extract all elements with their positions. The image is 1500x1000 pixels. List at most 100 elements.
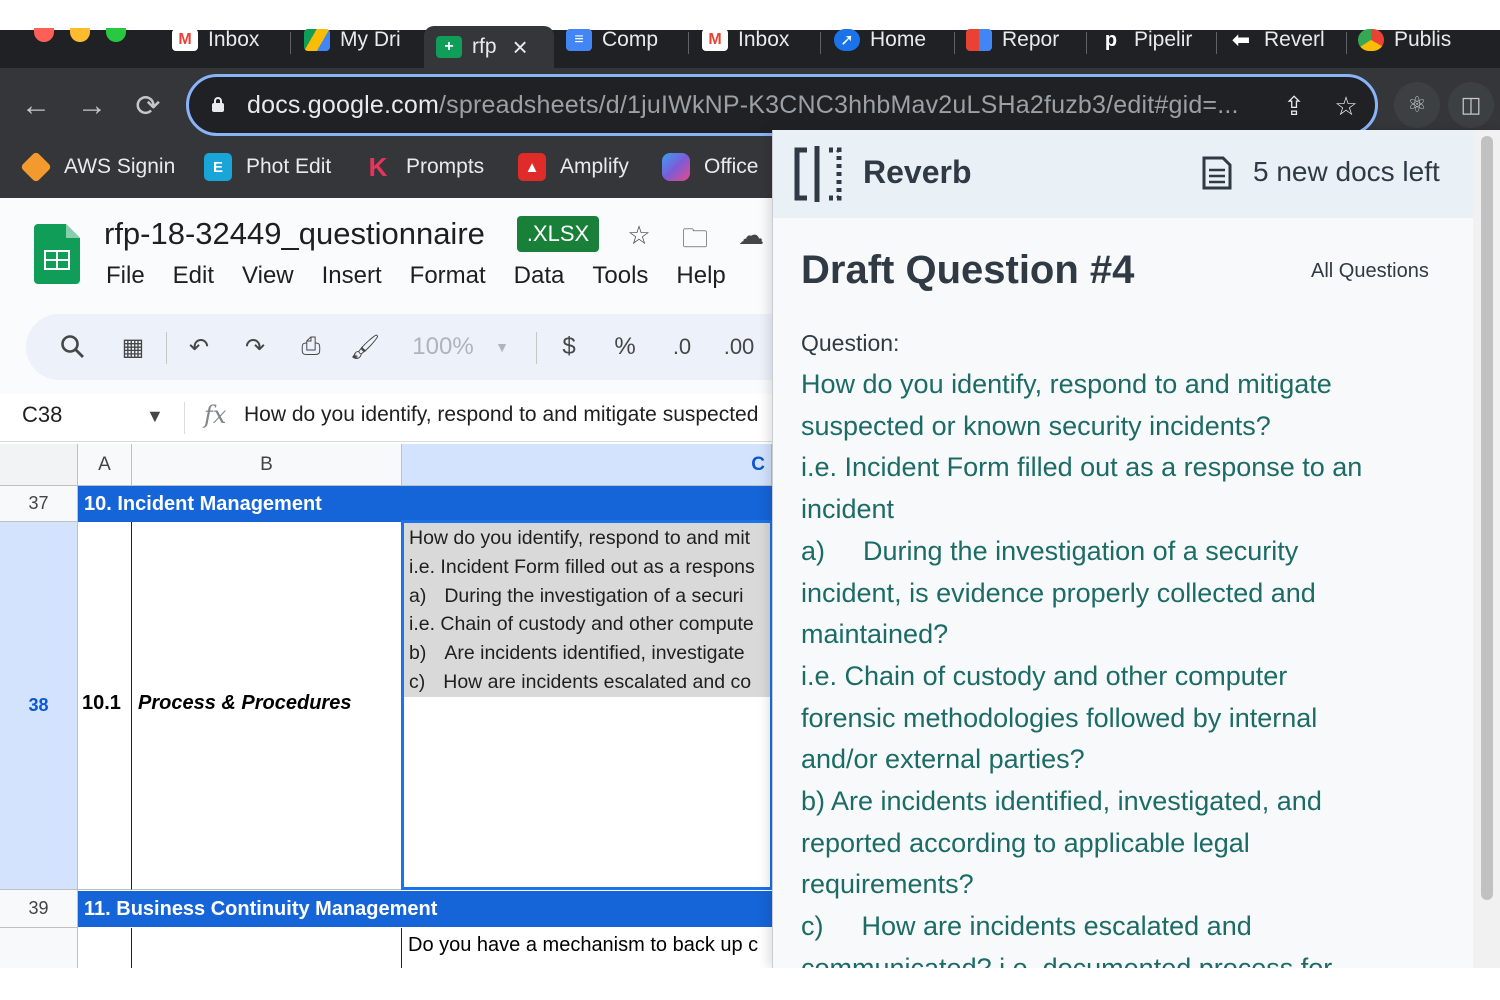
cell-c38-selected[interactable]: How do you identify, respond to and mit …	[401, 520, 772, 890]
tab-close-icon[interactable]: ×	[513, 32, 528, 63]
sheets-logo-icon	[34, 224, 80, 284]
bookmark-label: Phot Edit	[246, 155, 332, 178]
share-icon[interactable]: ⇪	[1279, 91, 1309, 121]
currency-format-button[interactable]: $	[554, 330, 584, 364]
row-header-39[interactable]: 39	[0, 890, 78, 928]
bookmark-phot-edit[interactable]: E Phot Edit	[204, 152, 331, 182]
bookmark-label: Office	[704, 155, 759, 178]
question-line: a) During the investigation of a security	[801, 535, 1299, 566]
row-header-37[interactable]: 37	[0, 486, 78, 522]
star-icon[interactable]: ☆	[622, 220, 656, 252]
paint-format-icon[interactable]: 🖌	[348, 330, 382, 364]
tab-pipeline[interactable]: p Pipelir	[1098, 26, 1210, 54]
bookmark-prompts[interactable]: K Prompts	[364, 151, 485, 182]
tab-separator	[1216, 32, 1217, 54]
row-header-40[interactable]	[0, 928, 78, 968]
sheets-icon: +	[436, 36, 462, 58]
tab-comp[interactable]: ≡ Comp	[566, 26, 678, 54]
column-header-a[interactable]: A	[78, 444, 132, 486]
cell-b40[interactable]	[132, 928, 402, 968]
tab-home[interactable]: ➚ Home	[834, 26, 946, 54]
back-arrow-icon[interactable]: ←	[16, 86, 56, 126]
cell-a40[interactable]	[78, 928, 132, 968]
menu-view[interactable]: View	[242, 262, 294, 290]
address-bar[interactable]: docs.google.com/spreadsheets/d/1juIWkNP-…	[186, 74, 1378, 136]
file-type-badge: .XLSX	[517, 216, 599, 252]
tab-reverb[interactable]: ⬅ Reverl	[1228, 26, 1342, 54]
menu-edit[interactable]: Edit	[173, 262, 214, 290]
reload-icon[interactable]: ⟳	[128, 86, 168, 126]
search-icon[interactable]	[56, 330, 90, 364]
cell-line-text: i.e. Chain of custody and other compute	[409, 613, 754, 635]
cell-line: i.e. Chain of custody and other compute	[409, 613, 754, 636]
cell-c40[interactable]: Do you have a mechanism to back up c	[402, 928, 772, 968]
section-header-row-37[interactable]: 10. Incident Management	[78, 486, 772, 522]
cell-line-tag: b)	[409, 642, 427, 664]
bookmark-amplify[interactable]: ▲ Amplify	[518, 152, 629, 182]
tab-report[interactable]: Repor	[966, 26, 1078, 54]
menu-data[interactable]: Data	[514, 262, 565, 290]
tab-label: Repor	[1002, 28, 1060, 51]
docs-left-count: 5 new docs left	[1253, 156, 1440, 187]
redo-icon[interactable]: ↷	[238, 330, 272, 364]
section-header-row-39[interactable]: 11. Business Continuity Management	[78, 891, 772, 927]
zoom-caret-icon[interactable]: ▼	[492, 330, 512, 364]
gmail-icon: M	[702, 29, 728, 51]
panel-scrollbar[interactable]	[1473, 130, 1500, 968]
maximize-window-button[interactable]	[106, 28, 126, 42]
drive-icon	[304, 29, 330, 51]
url-text: docs.google.com/spreadsheets/d/1juIWkNP-…	[247, 91, 1239, 120]
atom-extension-icon[interactable]: ⚛	[1394, 82, 1440, 128]
sidepanel-icon[interactable]: ◫	[1448, 82, 1494, 128]
move-folder-icon[interactable]: 🗀	[678, 220, 712, 253]
menus-icon[interactable]: ▦	[116, 330, 150, 364]
photo-edit-icon: E	[204, 153, 232, 181]
tab-separator	[954, 32, 955, 54]
formula-input[interactable]: How do you identify, respond to and miti…	[244, 403, 758, 427]
forward-arrow-icon[interactable]: →	[72, 86, 112, 126]
draft-question-title: Draft Question #4	[801, 248, 1135, 292]
tab-inbox-1[interactable]: M Inbox	[172, 26, 282, 54]
row-header-38[interactable]: 38	[0, 522, 78, 890]
column-header-b[interactable]: B	[132, 444, 402, 486]
column-header-c[interactable]: C	[402, 444, 772, 486]
tab-label: Inbox	[738, 28, 790, 51]
name-box-caret-icon[interactable]: ▼	[146, 406, 164, 427]
amplify-icon: ▲	[518, 153, 546, 181]
decrease-decimal-button[interactable]: .0	[662, 330, 702, 364]
bookmark-aws-signin[interactable]: AWS Signin	[20, 151, 175, 183]
cloud-status-icon[interactable]: ☁	[734, 220, 768, 252]
percent-format-button[interactable]: %	[610, 330, 640, 364]
all-questions-link[interactable]: All Questions	[1311, 260, 1429, 283]
close-window-button[interactable]	[34, 28, 54, 42]
tab-drive[interactable]: My Dri	[304, 26, 416, 54]
tab-publish[interactable]: Publis	[1358, 26, 1488, 54]
select-all-corner[interactable]	[0, 444, 78, 486]
tab-rfp-active[interactable]: + rfp ×	[424, 26, 554, 68]
document-title[interactable]: rfp-18-32449_questionnaire	[104, 216, 485, 252]
cell-b38[interactable]: Process & Procedures	[132, 522, 402, 890]
bookmark-office[interactable]: Office	[662, 152, 758, 182]
menu-help[interactable]: Help	[676, 262, 725, 290]
cell-line-tag: a)	[409, 585, 427, 607]
bookmark-star-icon[interactable]: ☆	[1331, 91, 1361, 121]
cell-line: c) How are incidents escalated and co	[409, 671, 751, 694]
print-icon[interactable]: ⎙	[294, 330, 328, 364]
minimize-window-button[interactable]	[70, 28, 90, 42]
reverb-icon: ⬅	[1231, 27, 1251, 52]
undo-icon[interactable]: ↶	[182, 330, 216, 364]
document-icon	[1202, 156, 1232, 190]
menu-insert[interactable]: Insert	[322, 262, 382, 290]
menu-file[interactable]: File	[106, 262, 145, 290]
zoom-select[interactable]: 100%	[408, 330, 478, 364]
menu-format[interactable]: Format	[410, 262, 486, 290]
scrollbar-thumb[interactable]	[1481, 136, 1493, 900]
menu-tools[interactable]: Tools	[592, 262, 648, 290]
question-line: i.e. Chain of custody and other computer	[801, 660, 1288, 691]
increase-decimal-button[interactable]: .00	[716, 330, 762, 364]
cell-a38[interactable]: 10.1	[78, 522, 132, 890]
tab-inbox-2[interactable]: M Inbox	[702, 26, 812, 54]
cell-line-text: Are incidents identified, investigate	[444, 642, 745, 664]
prompts-k-icon: K	[368, 151, 388, 182]
name-box[interactable]: C38	[22, 402, 62, 428]
